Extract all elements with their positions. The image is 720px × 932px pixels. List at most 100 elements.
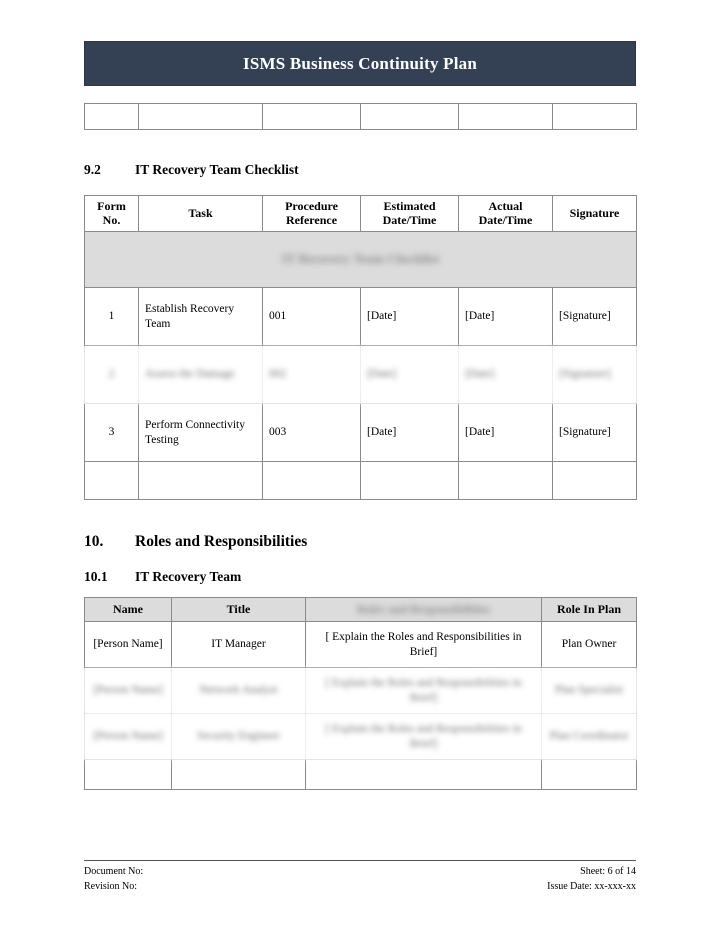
checklist-merged-title-text: IT Recovery Team Checklist — [281, 251, 440, 267]
it-recovery-team-checklist-table: IT Recovery Team Checklist Form No. Task… — [84, 195, 637, 500]
blank-strip-cell[interactable] — [138, 103, 263, 130]
table-row: [Person Name] Network Analyst [ Explain … — [84, 667, 637, 714]
cell-name[interactable]: [Person Name] — [84, 667, 172, 714]
table-row — [84, 759, 637, 790]
column-header-name: Name — [84, 597, 172, 622]
cell-title[interactable] — [171, 759, 306, 790]
section-number: 10. — [84, 533, 104, 550]
cell-signature[interactable]: [Signature] — [552, 345, 637, 404]
cell-role-in-plan[interactable]: Plan Specialist — [541, 667, 637, 714]
checklist-merged-title-cell: IT Recovery Team Checklist — [84, 231, 637, 288]
cell-estimated-date[interactable] — [360, 461, 459, 500]
cell-estimated-date[interactable]: [Date] — [360, 403, 459, 462]
cell-responsibilities[interactable]: [ Explain the Roles and Responsibilities… — [305, 713, 542, 760]
column-header-task: Task — [138, 195, 263, 232]
document-page: ISMS Business Continuity Plan 9.2 IT Rec… — [0, 0, 720, 932]
table-row: [Person Name] IT Manager [ Explain the R… — [84, 621, 637, 668]
cell-signature[interactable]: [Signature] — [552, 403, 637, 462]
column-header-signature: Signature — [552, 195, 637, 232]
cell-actual-date[interactable]: [Date] — [458, 287, 553, 346]
column-header-responsibilities: Roles and Responsibilities — [305, 597, 542, 622]
cell-form-no[interactable]: 3 — [84, 403, 139, 462]
table-row: 1 Establish Recovery Team 001 [Date] [Da… — [84, 287, 637, 346]
cell-actual-date[interactable] — [458, 461, 553, 500]
column-header-procedure-reference: Procedure Reference — [262, 195, 361, 232]
cell-role-in-plan[interactable]: Plan Coordinator — [541, 713, 637, 760]
blank-strip-cell[interactable] — [262, 103, 361, 130]
cell-actual-date[interactable]: [Date] — [458, 403, 553, 462]
column-header-actual-line2: Date/Time — [478, 212, 533, 227]
table-row: [Person Name] Security Engineer [ Explai… — [84, 713, 637, 760]
cell-responsibilities[interactable] — [305, 759, 542, 790]
checklist-title-row: IT Recovery Team Checklist — [84, 231, 637, 288]
cell-task[interactable]: Perform Connectivity Testing — [138, 403, 263, 462]
cell-procedure-reference[interactable]: 002 — [262, 345, 361, 404]
cell-name[interactable] — [84, 759, 172, 790]
cell-task[interactable]: Establish Recovery Team — [138, 287, 263, 346]
roles-header-row: Name Title Roles and Responsibilities Ro… — [84, 597, 637, 622]
cell-procedure-reference[interactable]: 001 — [262, 287, 361, 346]
document-header-banner: ISMS Business Continuity Plan — [84, 41, 636, 86]
column-header-actual-line1: Actual — [488, 198, 523, 213]
cell-title[interactable]: Security Engineer — [171, 713, 306, 760]
section-number: 10.1 — [84, 569, 108, 584]
cell-signature[interactable]: [Signature] — [552, 287, 637, 346]
section-title: Roles and Responsibilities — [135, 533, 308, 550]
column-header-title: Title — [171, 597, 306, 622]
page-footer: Document No: Revision No: Sheet: 6 of 14… — [84, 860, 636, 894]
column-header-responsibilities-text: Roles and Responsibilities — [356, 602, 491, 616]
column-header-form-no-line1: Form — [97, 198, 126, 213]
cell-procedure-reference[interactable]: 003 — [262, 403, 361, 462]
cell-title[interactable]: Network Analyst — [171, 667, 306, 714]
cell-role-in-plan[interactable]: Plan Owner — [541, 621, 637, 668]
cell-form-no[interactable]: 1 — [84, 287, 139, 346]
cell-task[interactable]: Assess the Damage — [138, 345, 263, 404]
cell-responsibilities[interactable]: [ Explain the Roles and Responsibilities… — [305, 621, 542, 668]
section-number: 9.2 — [84, 162, 101, 177]
cell-estimated-date[interactable]: [Date] — [360, 345, 459, 404]
cell-role-in-plan[interactable] — [541, 759, 637, 790]
footer-sheet-number: Sheet: 6 of 14 — [580, 866, 636, 877]
cell-name[interactable]: [Person Name] — [84, 621, 172, 668]
blank-strip-cell[interactable] — [84, 103, 139, 130]
column-header-form-no-line2: No. — [102, 212, 121, 227]
footer-right: Sheet: 6 of 14 Issue Date: xx-xxx-xx — [547, 865, 636, 894]
cell-task[interactable] — [138, 461, 263, 500]
blank-strip-cell[interactable] — [360, 103, 459, 130]
blank-strip-cell[interactable] — [552, 103, 637, 130]
footer-issue-date: Issue Date: xx-xxx-xx — [547, 880, 636, 892]
column-header-estimated-line1: Estimated — [383, 198, 436, 213]
column-header-actual-date: Actual Date/Time — [458, 195, 553, 232]
cell-form-no[interactable] — [84, 461, 139, 500]
column-header-role-in-plan: Role In Plan — [541, 597, 637, 622]
cell-signature[interactable] — [552, 461, 637, 500]
footer-left: Document No: Revision No: — [84, 865, 143, 894]
blank-strip-table — [84, 103, 637, 130]
blank-strip-cell[interactable] — [458, 103, 553, 130]
page-content: ISMS Business Continuity Plan 9.2 IT Rec… — [84, 0, 637, 790]
column-header-estimated-line2: Date/Time — [382, 212, 437, 227]
cell-form-no[interactable]: 2 — [84, 345, 139, 404]
section-heading-10: 10. Roles and Responsibilities — [84, 533, 636, 551]
cell-name[interactable]: [Person Name] — [84, 713, 172, 760]
cell-title[interactable]: IT Manager — [171, 621, 306, 668]
column-header-procedure-line1: Procedure — [285, 198, 338, 213]
checklist-header-row: Form No. Task Procedure Reference Estima… — [84, 195, 637, 232]
section-title: IT Recovery Team — [135, 569, 242, 584]
column-header-form-no: Form No. — [84, 195, 139, 232]
cell-procedure-reference[interactable] — [262, 461, 361, 500]
footer-document-no: Document No: — [84, 866, 144, 877]
it-recovery-team-roles-table: Name Title Roles and Responsibilities Ro… — [84, 597, 637, 790]
column-header-procedure-line2: Reference — [285, 212, 338, 227]
section-heading-9-2: 9.2 IT Recovery Team Checklist — [84, 162, 636, 178]
table-row — [84, 461, 637, 500]
section-heading-10-1: 10.1 IT Recovery Team — [84, 569, 636, 585]
column-header-estimated-date: Estimated Date/Time — [360, 195, 459, 232]
footer-revision-no: Revision No: — [84, 880, 138, 892]
table-row: 3 Perform Connectivity Testing 003 [Date… — [84, 403, 637, 462]
table-row — [84, 103, 637, 130]
section-title: IT Recovery Team Checklist — [135, 162, 299, 177]
cell-responsibilities[interactable]: [ Explain the Roles and Responsibilities… — [305, 667, 542, 714]
cell-estimated-date[interactable]: [Date] — [360, 287, 459, 346]
cell-actual-date[interactable]: [Date] — [458, 345, 553, 404]
